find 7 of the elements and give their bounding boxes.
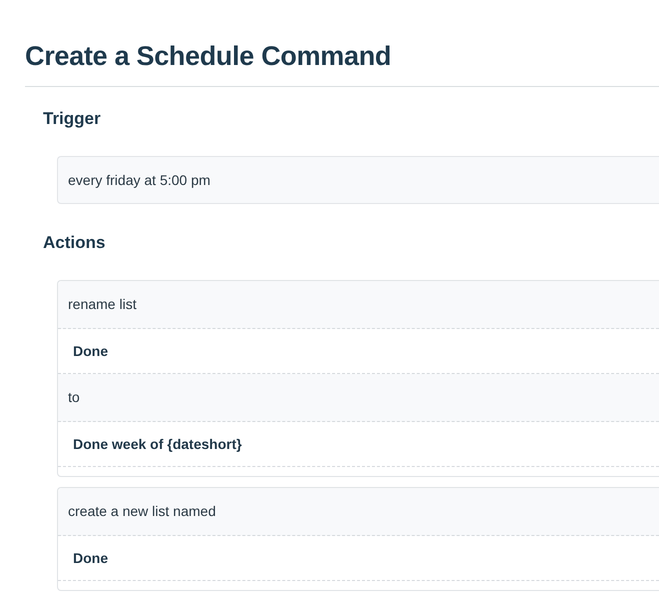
page-title: Create a Schedule Command: [25, 38, 659, 87]
trigger-field[interactable]: every friday at 5:00 pm: [57, 156, 659, 204]
section-heading: Actions: [43, 232, 106, 254]
section-heading: Trigger: [43, 108, 102, 130]
action-label: rename list: [58, 281, 659, 329]
action-label: create a new list named: [58, 488, 659, 536]
action-label: to: [58, 374, 659, 422]
